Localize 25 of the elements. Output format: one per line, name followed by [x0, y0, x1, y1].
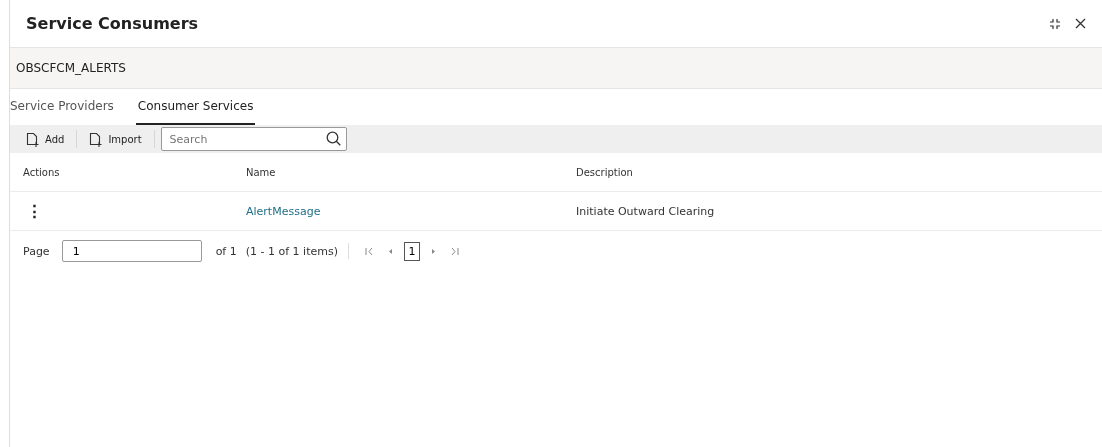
column-header: Actions [22, 166, 61, 178]
document-plus-icon [26, 131, 39, 147]
search-icon [325, 131, 341, 146]
page-label: Page [23, 244, 50, 258]
close-button[interactable] [1073, 16, 1088, 31]
actions-menu-button[interactable]: ⋮ [10, 199, 49, 223]
tab[interactable]: Service Providers [10, 89, 116, 125]
page-number-button[interactable]: 1 [403, 241, 420, 261]
last-page-icon [449, 246, 459, 256]
toolbar-button[interactable]: Add [20, 131, 71, 147]
window-title: Service Consumers [26, 14, 199, 33]
column-header: Description [575, 166, 634, 178]
search-field[interactable]: Search [160, 127, 347, 151]
toolbar-button[interactable]: Import [83, 131, 148, 147]
page-count: of 1 [215, 244, 237, 258]
close-icon [1075, 18, 1086, 29]
items-count: (1 - 1 of 1 items) [245, 244, 338, 258]
document-plus-icon [89, 131, 103, 147]
table-cell-text: Initiate Outward Clearing [575, 204, 716, 218]
first-page-icon [364, 246, 374, 256]
page-field[interactable]: 1 [61, 240, 202, 262]
collapse-icon [1049, 17, 1061, 30]
column-header: Name [245, 166, 277, 178]
record-name: OBSCFCM_ALERTS [16, 61, 126, 75]
name-link[interactable]: AlertMessage [246, 204, 321, 218]
